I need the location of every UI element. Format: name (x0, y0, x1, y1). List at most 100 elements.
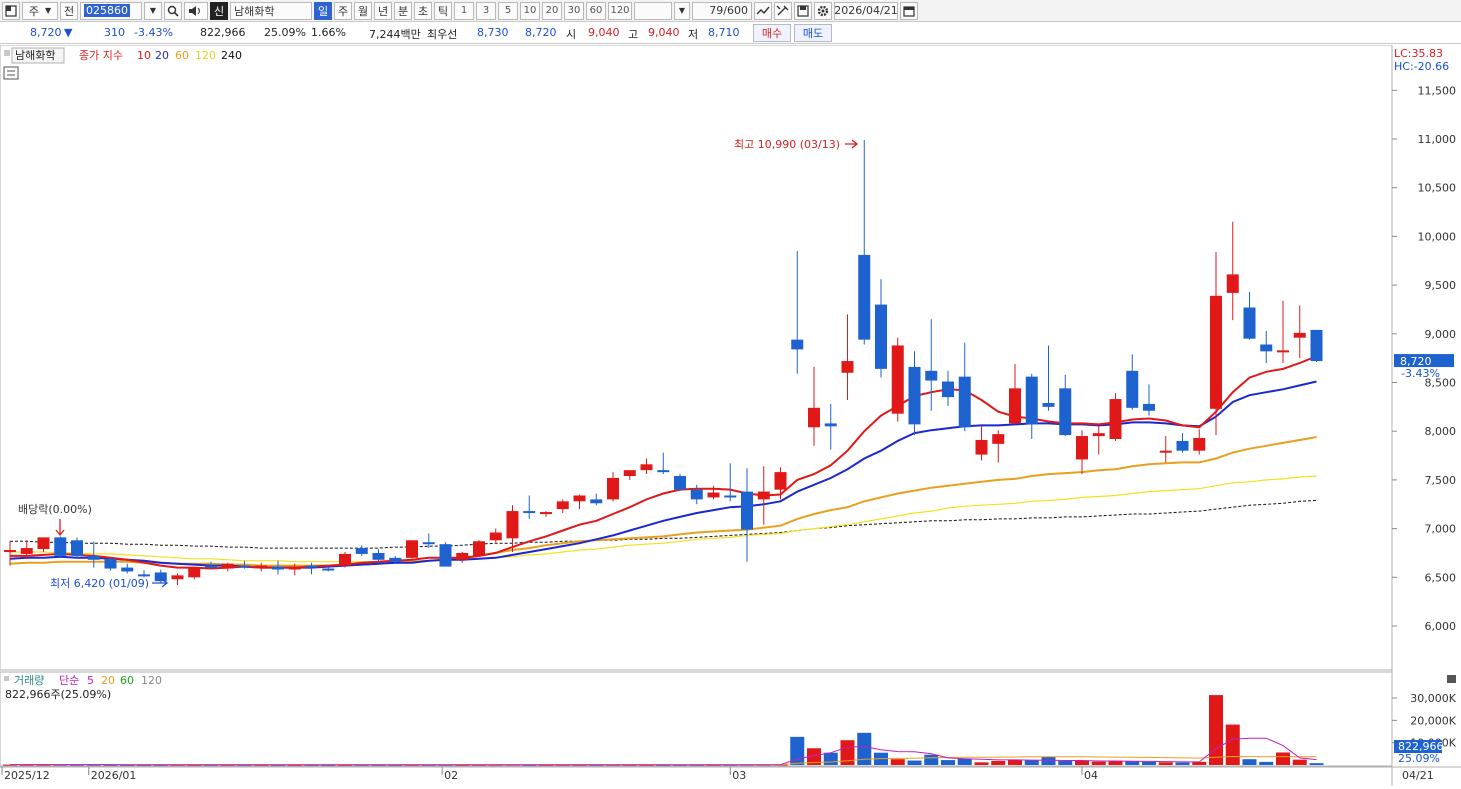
code-dropdown-button[interactable]: ▼ (144, 1, 162, 20)
period-minute-button[interactable]: 분 (394, 1, 412, 20)
interval-3-button[interactable]: 3 (476, 1, 496, 20)
candle-body (741, 491, 753, 530)
candle-body (322, 568, 335, 571)
interval-30-button[interactable]: 30 (564, 1, 584, 20)
interval-custom-input[interactable] (634, 1, 672, 20)
chart-svg[interactable]: 6,0006,5007,0007,5008,0008,5009,0009,500… (0, 44, 1461, 786)
volume-bar (1276, 752, 1290, 765)
period-week-button[interactable]: 주 (334, 1, 352, 20)
trade-volume: 822,966 (200, 26, 246, 39)
buy-button[interactable]: 매수 (753, 24, 791, 42)
date-input[interactable]: 2026/04/21 (834, 1, 898, 20)
interval-dropdown-button[interactable]: ▼ (674, 1, 690, 20)
market-badge: 신 (210, 1, 228, 20)
panel-toggle-icon[interactable] (4, 50, 10, 56)
volume-info: 822,966주(25.09%) (5, 688, 111, 701)
lc-value: LC:35.83 (1394, 47, 1443, 60)
volume-bar (1058, 760, 1073, 765)
best-ask: 8,730 (477, 26, 509, 39)
volume-bar (1158, 762, 1173, 765)
candle-body (757, 491, 770, 500)
toolbar: 주 ▼ 전 025860 ▼ 신 남해화학 일 주 월 년 분 초 틱 1 3 5… (0, 0, 1461, 22)
prev-button[interactable]: 전 (60, 1, 78, 20)
candle-body (238, 565, 251, 568)
candle-body (54, 537, 67, 556)
interval-60-button[interactable]: 60 (586, 1, 606, 20)
compare-icon[interactable] (754, 1, 772, 20)
chart-menu-icon[interactable] (3, 66, 19, 80)
price-tick-label: 8,000 (1425, 425, 1457, 438)
period-month-button[interactable]: 월 (354, 1, 372, 20)
best-ask-label: 최우선 (427, 28, 458, 41)
candle-body (456, 552, 469, 560)
candle-body (1025, 376, 1038, 425)
high-label: 고 (628, 28, 639, 41)
price-tick-label: 6,500 (1425, 571, 1457, 584)
gear-icon[interactable] (814, 1, 832, 20)
interval-5-button[interactable]: 5 (498, 1, 518, 20)
volume-bar (1125, 761, 1140, 765)
stock-type-select[interactable]: 주 ▼ (22, 1, 58, 20)
volume-bar (1008, 759, 1022, 765)
candle-body (439, 544, 452, 567)
calendar-icon[interactable] (900, 1, 918, 20)
data-count-field[interactable]: 79/600 (692, 1, 752, 20)
price-tick-label: 11,500 (1418, 84, 1457, 97)
volume-ma60-label: 60 (120, 674, 134, 687)
volume-bar (1309, 763, 1324, 765)
dividend-annotation: 배당락(0.00%) (18, 503, 92, 516)
chart-area[interactable]: 6,000 6,500 7,000 7,500 8,000 8,500 9,000 9,500… (0, 44, 1461, 786)
low-annotation: 최저 6,420 (01/09) (50, 577, 149, 590)
tools-icon[interactable] (774, 1, 792, 20)
save-icon[interactable] (794, 1, 812, 20)
ma20-label: 20 (155, 49, 169, 62)
volume-bar (1175, 762, 1190, 765)
candle-body (607, 477, 619, 500)
interval-10-button[interactable]: 10 (520, 1, 540, 20)
search-icon[interactable] (164, 1, 182, 20)
chevron-down-icon: ▼ (44, 6, 52, 15)
down-arrow-icon: ▼ (64, 26, 73, 39)
trade-amount: 7,244백만 (369, 28, 421, 41)
hc-value: HC:-20.66 (1394, 60, 1449, 73)
volume-tick-label: 30,000K (1410, 692, 1456, 705)
volume-bar (1242, 759, 1257, 765)
candle-body (1210, 295, 1222, 409)
interval-120-button[interactable]: 120 (608, 1, 632, 20)
price-tick-label: 7,000 (1425, 523, 1457, 536)
candle-body (188, 567, 201, 578)
volume-bar (890, 759, 905, 765)
candle-body (1277, 350, 1289, 353)
candle-body (4, 550, 16, 553)
candle-body (121, 567, 134, 572)
volume-ma5-label: 5 (87, 674, 94, 687)
price-tick-label: 9,500 (1425, 279, 1457, 292)
interval-1-button[interactable]: 1 (454, 1, 474, 20)
volume-panel-close-icon[interactable] (1447, 675, 1456, 683)
period-year-button[interactable]: 년 (374, 1, 392, 20)
volume-bar (941, 760, 955, 765)
candle-body (824, 423, 837, 427)
candle-body (1159, 450, 1172, 453)
volume-bar (823, 752, 838, 765)
period-second-button[interactable]: 초 (414, 1, 432, 20)
candle-body (1243, 307, 1256, 339)
window-icon[interactable] (2, 1, 20, 20)
interval-20-button[interactable]: 20 (542, 1, 562, 20)
period-day-button[interactable]: 일 (314, 1, 332, 20)
low-label: 저 (688, 28, 699, 41)
candle-body (791, 339, 804, 350)
price-tick-label: 10,000 (1418, 230, 1457, 243)
stock-code-input[interactable]: 025860 (80, 1, 142, 20)
period-tick-button[interactable]: 틱 (434, 1, 452, 20)
stock-name-field[interactable]: 남해화학 (230, 1, 312, 20)
candle-body (992, 434, 1005, 444)
sell-button[interactable]: 매도 (794, 24, 832, 42)
candle-body (590, 499, 603, 504)
candle-body (406, 540, 418, 558)
volume-panel-toggle-icon[interactable] (4, 676, 9, 681)
speaker-icon[interactable] (184, 1, 208, 20)
candle-body (1260, 344, 1273, 352)
candle-body (774, 472, 787, 490)
candle-body (288, 566, 301, 570)
